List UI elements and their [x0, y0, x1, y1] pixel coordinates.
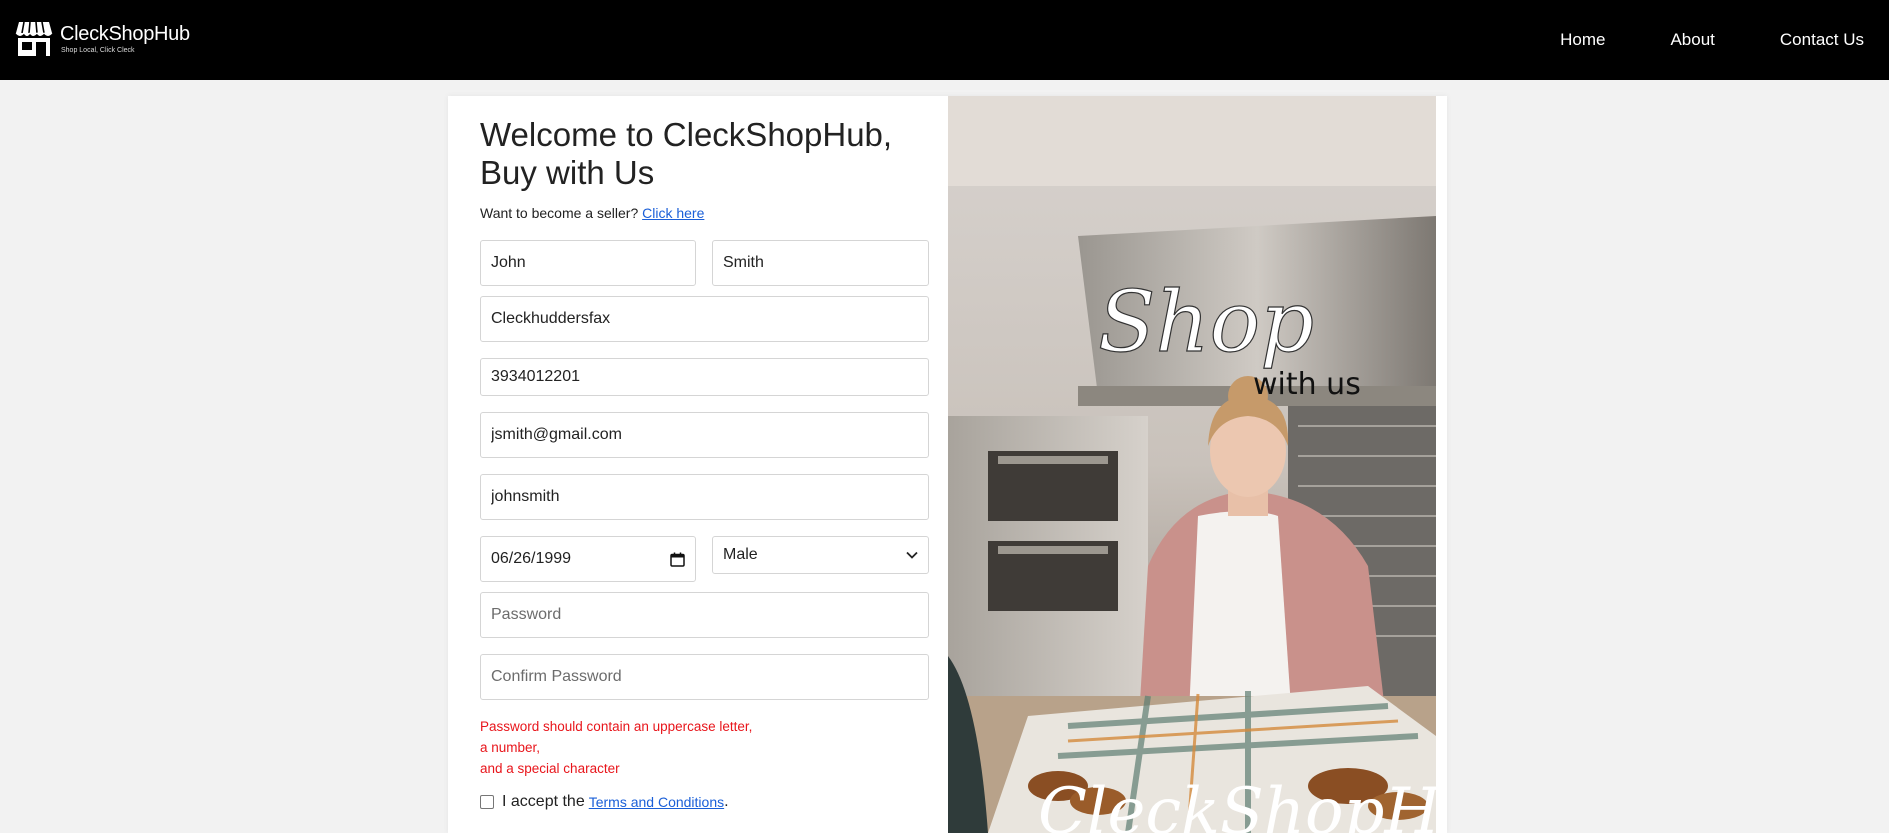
username-input[interactable]	[480, 474, 929, 520]
brand-name: CleckShopHub	[60, 22, 190, 45]
terms-row: I accept the Terms and Conditions .	[480, 793, 729, 811]
dob-input[interactable]: 06/26/1999	[480, 536, 696, 582]
seller-prompt-text: Want to become a seller?	[480, 205, 639, 221]
address-input[interactable]	[480, 296, 929, 342]
password-error-line: a number,	[480, 740, 541, 755]
password-input[interactable]	[480, 592, 929, 638]
phone-input[interactable]	[480, 358, 929, 396]
email-input[interactable]	[480, 412, 929, 458]
password-error-line: and a special character	[480, 761, 620, 776]
confirm-password-input[interactable]	[480, 654, 929, 700]
hero-image: Shop with us CleckShopHub	[948, 96, 1436, 833]
brand-logo[interactable]: CleckShopHub Shop Local, Click Cleck	[15, 20, 190, 57]
calendar-icon[interactable]	[670, 552, 685, 567]
hero-script-shop: Shop	[1098, 273, 1314, 371]
main-nav: Home About Contact Us	[1495, 0, 1864, 80]
page-title: Welcome to CleckShopHub, Buy with Us	[480, 116, 893, 191]
gender-select[interactable]: Male	[712, 536, 929, 574]
terms-link[interactable]: Terms and Conditions	[589, 794, 724, 810]
password-error-line: Password should contain an uppercase let…	[480, 719, 753, 734]
seller-signup-link[interactable]: Click here	[642, 205, 704, 221]
terms-checkbox[interactable]	[480, 795, 494, 809]
seller-prompt: Want to become a seller? Click here	[480, 205, 704, 221]
bakery-photo: Shop with us CleckShopHub	[948, 96, 1436, 833]
nav-contact-us[interactable]: Contact Us	[1780, 30, 1864, 50]
gender-value: Male	[723, 546, 758, 563]
signup-card: Welcome to CleckShopHub, Buy with Us Wan…	[448, 96, 1447, 833]
brand-tagline: Shop Local, Click Cleck	[61, 46, 135, 54]
hero-script-with-us: with us	[1253, 367, 1361, 402]
dob-value: 06/26/1999	[491, 550, 572, 567]
hero-script-brand: CleckShopHub	[1038, 775, 1436, 833]
chevron-down-icon	[906, 551, 918, 559]
last-name-input[interactable]	[712, 240, 929, 286]
signup-form: Welcome to CleckShopHub, Buy with Us Wan…	[448, 96, 948, 833]
storefront-icon	[15, 21, 53, 56]
nav-about[interactable]: About	[1670, 30, 1714, 50]
nav-home[interactable]: Home	[1560, 30, 1605, 50]
top-navbar: CleckShopHub Shop Local, Click Cleck Hom…	[0, 0, 1889, 80]
password-error: Password should contain an uppercase let…	[480, 716, 752, 779]
first-name-input[interactable]	[480, 240, 696, 286]
terms-suffix: .	[724, 793, 729, 810]
terms-text: I accept the	[502, 793, 585, 810]
